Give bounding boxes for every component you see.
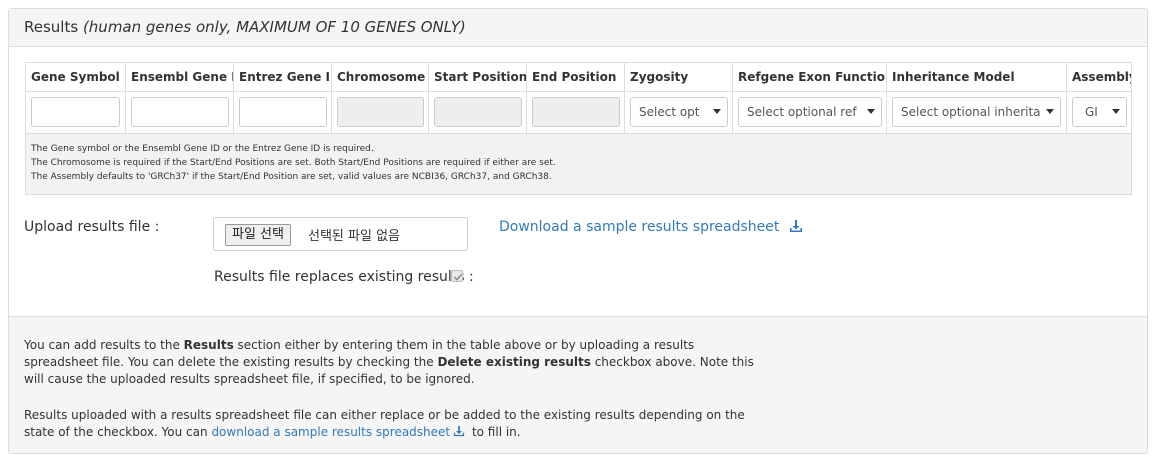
chevron-down-icon [1046, 109, 1054, 114]
cell-end-position [527, 92, 625, 134]
col-assembly: Assembly [1072, 70, 1132, 84]
help-text-bold: Results [183, 338, 234, 352]
cell-inheritance-model: Select optional inherita [887, 92, 1067, 134]
cell-gene-symbol [26, 92, 126, 134]
refgene-exon-function-select[interactable]: Select optional ref [738, 97, 882, 127]
col-refgene-exon-function: Refgene Exon Function [733, 63, 887, 92]
zygosity-select[interactable]: Select opt [630, 97, 728, 127]
assembly-select[interactable]: GI [1072, 97, 1127, 127]
cell-entrez-gene-id [234, 92, 332, 134]
cell-assembly: GI [1067, 92, 1131, 134]
col-start-position: Start Position [429, 63, 527, 92]
panel-subtitle: (human genes only, MAXIMUM OF 10 GENES O… [82, 18, 466, 36]
entrez-gene-id-input[interactable] [239, 97, 327, 127]
gene-symbol-input[interactable] [31, 97, 120, 127]
inheritance-select-value: Select optional inherita [901, 105, 1041, 119]
help-paragraph-1: You can add results to the Results secti… [24, 337, 764, 388]
upload-results-label: Upload results file : [24, 219, 160, 235]
chevron-down-icon [1112, 109, 1120, 114]
help-footer: You can add results to the Results secti… [9, 316, 1147, 453]
col-gene-symbol: Gene Symbol [26, 63, 126, 92]
results-table: Gene Symbol Ensembl Gene ID Entrez Gene … [25, 62, 1132, 195]
download-icon [789, 220, 802, 232]
replace-results-checkbox[interactable] [451, 270, 463, 282]
assembly-select-value: GI [1085, 105, 1098, 119]
cell-ensembl-gene-id [126, 92, 234, 134]
help-text-bold: Delete existing results [437, 355, 591, 369]
chevron-down-icon [713, 109, 721, 114]
table-header-row: Gene Symbol Ensembl Gene ID Entrez Gene … [26, 63, 1132, 92]
cell-zygosity: Select opt [625, 92, 733, 134]
help-note: The Gene symbol or the Ensembl Gene ID o… [31, 144, 374, 154]
ensembl-gene-id-input[interactable] [131, 97, 229, 127]
results-panel: Results (human genes only, MAXIMUM OF 10… [8, 8, 1148, 454]
help-paragraph-2: Results uploaded with a results spreadsh… [24, 407, 764, 441]
cell-start-position [429, 92, 527, 134]
start-position-input[interactable] [434, 97, 522, 127]
chevron-down-icon [867, 109, 875, 114]
col-entrez-gene-id: Entrez Gene ID [234, 63, 332, 92]
inheritance-model-select[interactable]: Select optional inherita [892, 97, 1061, 127]
help-text: to fill in. [468, 425, 521, 439]
end-position-input[interactable] [532, 97, 620, 127]
replace-results-label: Results file replaces existing results : [214, 269, 474, 285]
panel-title: Results [24, 18, 79, 36]
file-status-text: 선택된 파일 없음 [308, 229, 400, 244]
footer-download-link[interactable]: download a sample results spreadsheet [211, 425, 450, 439]
col-end-position: End Position [527, 63, 625, 92]
col-ensembl-gene-id: Ensembl Gene ID [126, 63, 234, 92]
results-file-input[interactable]: 파일 선택 선택된 파일 없음 [213, 217, 468, 251]
download-sample-link-text[interactable]: Download a sample results spreadsheet [499, 219, 779, 235]
panel-heading: Results (human genes only, MAXIMUM OF 10… [9, 9, 1147, 47]
chromosome-input[interactable] [337, 97, 424, 127]
cell-refgene-exon-function: Select optional ref [733, 92, 887, 134]
table-input-row: Select opt Select optional ref Select op… [26, 92, 1131, 134]
cell-chromosome [332, 92, 429, 134]
checkmark-icon [453, 273, 463, 281]
help-note: The Assembly defaults to 'GRCh37' if the… [31, 172, 552, 182]
col-zygosity: Zygosity [625, 63, 733, 92]
refgene-select-value: Select optional ref [747, 105, 857, 119]
table-help-notes: The Gene symbol or the Ensembl Gene ID o… [31, 142, 556, 184]
help-text: You can add results to the [24, 338, 184, 352]
col-inheritance-model: Inheritance Model [887, 63, 1067, 92]
download-icon [453, 425, 465, 437]
help-note: The Chromosome is required if the Start/… [31, 158, 556, 168]
zygosity-select-value: Select opt [639, 105, 700, 119]
download-sample-link[interactable]: Download a sample results spreadsheet [499, 219, 803, 235]
col-chromosome: Chromosome [332, 63, 429, 92]
choose-file-button[interactable]: 파일 선택 [225, 224, 291, 246]
